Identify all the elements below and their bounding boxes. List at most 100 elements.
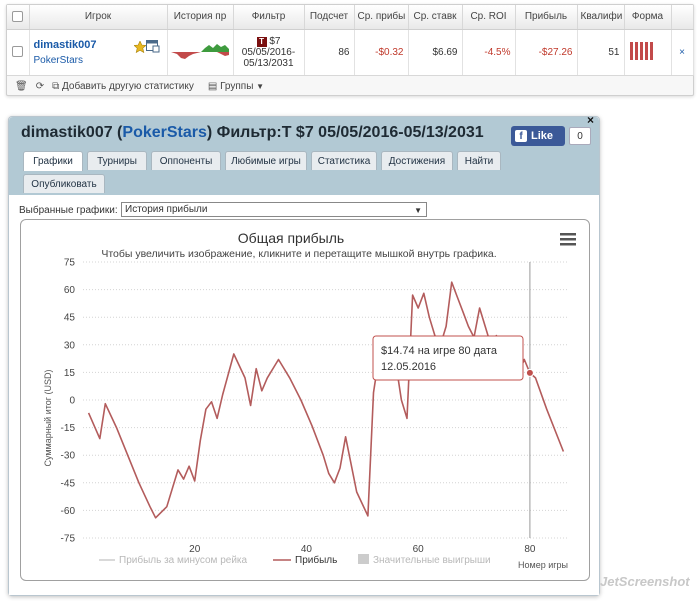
chart-select-label: Выбранные графики: [19,205,118,216]
y-tick-label: -75 [61,534,76,545]
watermark: JetScreenshot [600,574,690,589]
facebook-like-button[interactable]: f Like [511,126,565,146]
select-all-checkbox[interactable] [12,11,24,23]
tab-tournaments[interactable]: Турниры [87,151,147,170]
trash-icon[interactable]: 🗑 [15,81,28,92]
profile-body: Выбранные графики: История прибыли ▼ Общ… [9,195,599,595]
col-header-count[interactable]: Подсчет [304,5,355,30]
x-tick-label: 60 [413,544,425,555]
x-tick-label: 80 [524,544,536,555]
filter-dates-end: 05/13/2031 [243,57,294,69]
groups-label: Группы [220,80,254,92]
tab-achievements[interactable]: Достижения [381,151,453,170]
x-tick-label: 20 [189,544,201,555]
row-checkbox-cell[interactable] [7,29,30,76]
close-icon[interactable]: × [587,113,594,127]
tooltip-point [525,368,534,377]
tooltip-box [372,335,524,381]
tab-publish[interactable]: Опубликовать [23,174,105,193]
tournament-type-icon: T [256,36,267,47]
profit-chart[interactable]: Общая прибыль Чтобы увеличить изображени… [21,220,591,582]
chevron-down-icon: ▼ [414,206,422,215]
filter-cell: T $7 05/05/2016- 05/13/2031 [233,29,305,76]
add-stats-label: Добавить другую статистику [62,80,194,92]
count-value: 86 [304,29,355,76]
chevron-down-icon: ▼ [256,81,265,91]
row-checkbox[interactable] [12,46,24,58]
tooltip-line-2: 12.05.2016 [381,361,436,373]
col-header-qualify[interactable]: Квалифи [577,5,625,30]
add-stats-button[interactable]: ⧉ Добавить другую статистику [52,81,194,92]
calendar-icon[interactable] [145,39,160,53]
profile-filter-label: Фильтр: [216,124,282,141]
y-tick-label: 0 [69,396,75,407]
profile-site-link[interactable]: PokerStars [122,124,207,141]
select-all-checkbox-cell[interactable] [7,5,30,30]
col-header-history[interactable]: История пр [167,5,234,30]
avg-profit-value: -$0.32 [354,29,409,76]
chart-ylabel: Суммарный итог (USD) [43,369,53,466]
add-stats-icon: ⧉ [52,80,60,92]
y-tick-label: 75 [64,258,76,269]
col-header-extra [671,5,694,30]
stats-panel: Игрок История пр Фильтр Подсчет Ср. приб… [6,4,694,96]
profile-player-name: dimastik007 [21,124,113,141]
tooltip-line-1: $14.74 на игре 80 дата [381,345,498,357]
form-bars [629,41,653,60]
refresh-icon[interactable]: ⟳ [36,81,44,92]
groups-button[interactable]: ▤ Группы ▼ [208,81,264,92]
chart-title: Общая прибыль [238,230,344,246]
legend-swatch-big-wins [358,554,369,564]
tab-opponents[interactable]: Оппоненты [151,151,221,170]
stats-table: Игрок История пр Фильтр Подсчет Ср. приб… [7,5,694,76]
table-row: dimastik007 PokerStars T $7 05/05/2016- … [7,29,694,76]
x-tick-label: 40 [301,544,313,555]
col-header-form[interactable]: Форма [624,5,672,30]
history-sparkline [171,43,229,59]
award-icon [133,40,146,53]
row-remove-cell[interactable]: × [671,29,694,76]
col-header-avg-profit[interactable]: Ср. прибы [354,5,409,30]
y-tick-label: 30 [64,340,76,351]
y-tick-label: -15 [61,423,76,434]
player-cell: dimastik007 PokerStars [29,29,168,76]
tab-favorite-games[interactable]: Любимые игры [225,151,307,170]
avg-roi-value: -4.5% [462,29,516,76]
tab-statistics[interactable]: Статистика [311,151,377,170]
tab-find[interactable]: Найти [457,151,501,170]
groups-icon: ▤ [207,80,218,92]
y-tick-label: -30 [61,451,76,462]
filter-dates-start: 05/05/2016- [241,46,296,58]
stats-toolbar: 🗑 ⟳ ⧉ Добавить другую статистику ▤ Групп… [7,76,693,96]
y-tick-label: 45 [64,313,76,324]
player-site-link[interactable]: PokerStars [34,55,163,66]
chart-container[interactable]: Общая прибыль Чтобы увеличить изображени… [20,219,590,581]
col-header-filter[interactable]: Фильтр [233,5,305,30]
like-label: Like [531,130,554,142]
profile-filter-value: T $7 05/05/2016-05/13/2031 [281,124,484,141]
col-header-player[interactable]: Игрок [29,5,168,30]
chart-menu-icon[interactable] [560,233,576,246]
col-header-avg-stake[interactable]: Ср. ставк [408,5,463,30]
facebook-icon: f [515,130,527,142]
profile-header: dimastik007 (PokerStars) Фильтр:T $7 05/… [9,113,599,195]
col-header-avg-roi[interactable]: Ср. ROI [462,5,516,30]
chart-select[interactable]: История прибыли ▼ [121,202,427,217]
chart-xlabel: Номер игры [518,560,568,570]
y-tick-label: 60 [64,285,76,296]
profile-panel: dimastik007 (PokerStars) Фильтр:T $7 05/… [8,113,600,596]
y-tick-label: -60 [61,506,76,517]
table-header-row: Игрок История пр Фильтр Подсчет Ср. приб… [7,5,694,30]
col-header-profit[interactable]: Прибыль [515,5,578,30]
remove-icon[interactable]: × [679,47,685,58]
qualify-value: 51 [577,29,625,76]
tab-charts[interactable]: Графики [23,151,83,171]
history-sparkline-cell [167,29,234,76]
like-count: 0 [569,127,591,145]
filter-stake: $7 [269,35,281,47]
y-tick-label: 15 [64,368,76,379]
profit-value: -$27.26 [515,29,578,76]
legend-label-profit: Прибыль [295,554,337,566]
avg-stake-value: $6.69 [408,29,463,76]
form-cell [624,29,672,76]
